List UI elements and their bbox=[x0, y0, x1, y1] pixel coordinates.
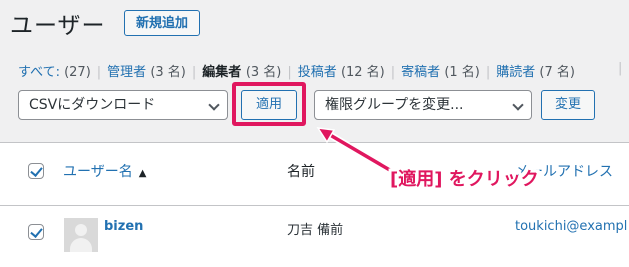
callout-text: [適用] をクリック bbox=[390, 169, 539, 190]
annotation-arrow-icon bbox=[316, 127, 404, 180]
